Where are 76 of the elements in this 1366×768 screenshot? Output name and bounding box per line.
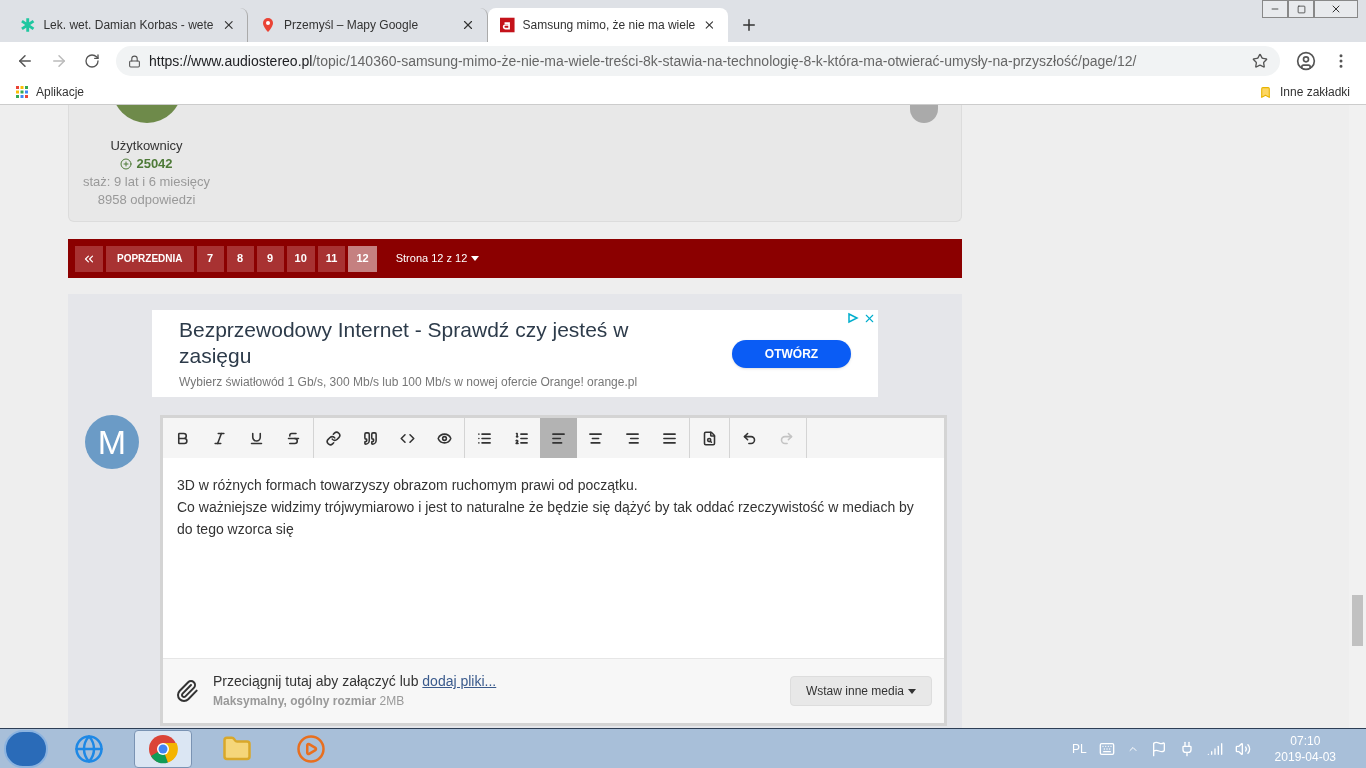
taskbar-app[interactable]	[134, 729, 192, 768]
redo-icon	[779, 430, 794, 446]
close-icon[interactable]	[461, 18, 475, 32]
preview-icon	[702, 430, 717, 446]
insert-media-button[interactable]: Wstaw inne media	[789, 676, 932, 706]
apps-grid-icon	[16, 86, 28, 98]
italic-icon	[212, 430, 227, 446]
align-left-icon	[551, 430, 566, 446]
reload-icon[interactable]	[84, 53, 100, 69]
size-limit-text: Maksymalny, ogólny rozmiar 2MB	[213, 693, 406, 710]
align-center-icon	[588, 430, 603, 446]
plus-circle-icon	[120, 158, 133, 170]
close-button[interactable]	[1314, 0, 1358, 18]
replies-count: 8958 odpowiedzi	[97, 191, 196, 209]
close-icon[interactable]	[703, 18, 716, 32]
page-button[interactable]: 8	[226, 245, 254, 272]
bookmark[interactable]: Aplikacje	[16, 83, 85, 101]
minimize-button[interactable]	[1262, 0, 1288, 18]
page-button[interactable]: 11	[317, 245, 346, 272]
strike-icon	[286, 430, 301, 446]
page-select[interactable]: Strona 12 z 12	[395, 250, 480, 267]
start-button[interactable]	[4, 729, 48, 768]
numbers-icon	[514, 430, 529, 446]
site-logo-icon	[500, 17, 515, 33]
attach-text: Przeciągnij tutaj aby załączyć lub dodaj pliki...	[213, 672, 498, 691]
ad-text: Wybierz światłowód 1 Gb/s, 300 Mb/s lub 100 Mb/s w nowej ofercie Orange! orange.pl	[179, 373, 639, 391]
star-icon[interactable]	[1252, 53, 1268, 69]
close-icon	[1330, 3, 1342, 15]
page-button[interactable]: 7	[196, 245, 224, 272]
globe-icon	[74, 733, 104, 764]
browser-logo-icon	[148, 733, 178, 764]
align-left-button[interactable]	[540, 418, 577, 458]
text-paragraph: Co ważniejsze widzimy trójwymiarowo i jest to naturalne że będzie się dążyć by tak oddać rzeczywistość w mediach by do tego wzorca się	[177, 498, 915, 539]
bullets-icon	[477, 430, 492, 446]
link-icon	[326, 430, 341, 446]
caret-icon	[908, 688, 916, 694]
play-icon	[296, 733, 326, 764]
tab-title: Samsung mimo, że nie ma wiele	[522, 17, 696, 34]
tab-title: Lek. wet. Damian Korbas - wete	[43, 17, 214, 34]
scrollbar-thumb[interactable]	[1352, 595, 1363, 646]
page-button[interactable]: 9	[256, 245, 284, 272]
address-bar[interactable]: https://www.audiostereo.pl/topic/140360-samsung-mimo-że-nie-ma-wiele-treści-8k-stawia-na-technologię-8-k-która-ma-otwierać-umysły-na-przyszłość/page/12/	[116, 46, 1280, 76]
first-page-button[interactable]	[75, 245, 103, 272]
align-right-icon	[625, 430, 640, 446]
bold-icon	[175, 430, 190, 446]
url-text: https://www.audiostereo.pl/topic/140360-samsung-mimo-że-nie-ma-wiele-treści-8k-stawia-na-technologię-8-k-która-ma-otwierać-umysły-na-przyszłość/page/12/	[149, 51, 1138, 71]
paperclip-icon	[175, 679, 199, 703]
lock-icon	[128, 54, 141, 68]
tenure-text: staż: 9 lat i 6 miesięcy	[82, 173, 211, 191]
user-avatar: M	[85, 415, 139, 469]
new-tab-icon[interactable]	[740, 16, 758, 34]
quote-icon	[363, 430, 378, 446]
profile-icon[interactable]	[1296, 51, 1316, 71]
spoiler-icon	[437, 430, 452, 446]
underline-icon	[249, 430, 264, 446]
tab-title: Przemyśl – Mapy Google	[284, 17, 420, 34]
text-paragraph: 3D w różnych formach towarzyszy obrazom ruchomym prawi od początku.	[177, 476, 639, 495]
map-pin-icon	[260, 17, 276, 33]
caret-icon	[471, 256, 480, 261]
page-button[interactable]: 10	[286, 245, 315, 272]
back-icon[interactable]	[16, 52, 34, 70]
restore-button[interactable]	[1288, 0, 1314, 18]
ad-title[interactable]: Bezprzewodowy Internet - Sprawdź czy jesteś w zasięgu	[179, 316, 679, 369]
restore-icon	[1296, 4, 1306, 14]
bookmark-folder[interactable]: Inne zakładki	[1258, 83, 1350, 101]
add-files-link[interactable]: dodaj pliki...	[422, 673, 497, 689]
justify-icon	[662, 430, 677, 446]
asterisk-icon	[20, 17, 36, 33]
reputation: 25042	[120, 155, 173, 173]
undo-icon	[742, 430, 757, 446]
folder-icon	[1258, 85, 1272, 99]
ad-choices-icon[interactable]	[847, 312, 859, 324]
user-group: Użytkownicy	[110, 137, 183, 155]
open-button[interactable]: OTWÓRZ	[732, 339, 851, 368]
browser-tab[interactable]: Samsung mimo, że nie ma wiele	[488, 8, 728, 42]
previous-button[interactable]: POPRZEDNIA	[106, 245, 194, 272]
